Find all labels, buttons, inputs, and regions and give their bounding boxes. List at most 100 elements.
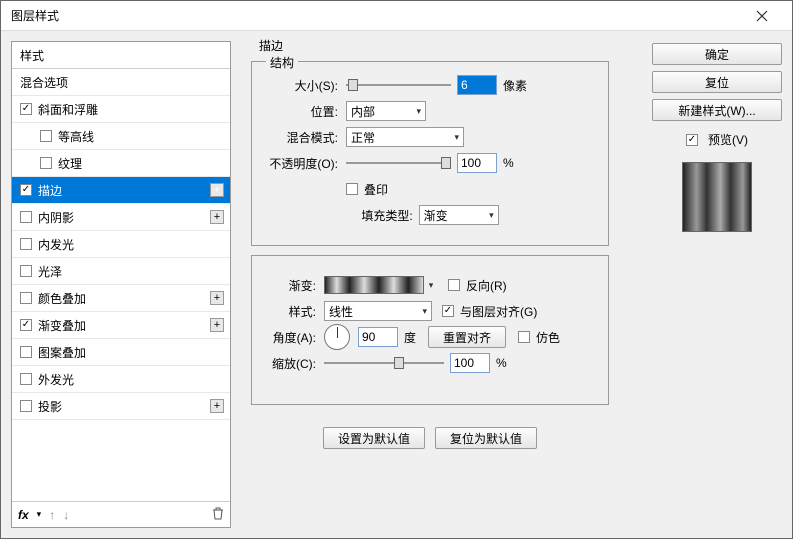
style-item-5[interactable]: 内阴影 +	[12, 204, 230, 231]
position-label: 位置:	[264, 103, 346, 120]
style-item-7[interactable]: 光泽	[12, 258, 230, 285]
style-item-label: 内发光	[38, 236, 74, 253]
add-effect-button[interactable]: +	[210, 399, 224, 413]
style-label: 样式:	[264, 303, 324, 320]
angle-input[interactable]	[358, 327, 398, 347]
structure-group: 结构 大小(S): 像素 位置: 内部 ▾	[251, 61, 609, 246]
content-area: 样式 混合选项斜面和浮雕等高线纹理描边+ 内阴影 + 内发光光泽颜色叠加 + 渐变叠加 + 图…	[1, 31, 792, 538]
structure-title: 结构	[266, 54, 298, 71]
style-item-label: 颜色叠加	[38, 290, 86, 307]
style-item-3[interactable]: 纹理	[12, 150, 230, 177]
dither-label: 仿色	[536, 329, 560, 346]
styles-sidebar: 样式 混合选项斜面和浮雕等高线纹理描边+ 内阴影 + 内发光光泽颜色叠加 + 渐变叠加 + 图…	[11, 41, 231, 528]
fx-dropdown-icon[interactable]: ▾	[37, 509, 42, 520]
style-item-label: 图案叠加	[38, 344, 86, 361]
style-checkbox[interactable]	[20, 238, 32, 250]
reset-button[interactable]: 复位	[652, 71, 782, 93]
style-item-4[interactable]: 描边+	[12, 177, 230, 204]
align-checkbox[interactable]	[442, 305, 454, 317]
chevron-down-icon[interactable]: ▾	[424, 280, 438, 291]
titlebar: 图层样式	[1, 1, 792, 31]
reset-default-button[interactable]: 复位为默认值	[435, 427, 537, 449]
dither-checkbox[interactable]	[518, 331, 530, 343]
style-list: 样式 混合选项斜面和浮雕等高线纹理描边+ 内阴影 + 内发光光泽颜色叠加 + 渐变叠加 + 图…	[12, 42, 230, 501]
style-checkbox[interactable]	[20, 373, 32, 385]
style-item-10[interactable]: 图案叠加	[12, 339, 230, 366]
add-effect-button[interactable]: +	[210, 210, 224, 224]
size-input[interactable]	[457, 75, 497, 95]
style-item-label: 渐变叠加	[38, 317, 86, 334]
arrow-down-icon[interactable]: ↓	[63, 508, 69, 522]
chevron-down-icon: ▾	[489, 210, 494, 221]
style-checkbox[interactable]	[40, 157, 52, 169]
gradient-style-select[interactable]: 线性 ▾	[324, 301, 432, 321]
fx-label[interactable]: fx	[18, 508, 29, 522]
style-checkbox[interactable]	[20, 184, 32, 196]
style-item-12[interactable]: 投影 +	[12, 393, 230, 420]
window-title: 图层样式	[11, 7, 742, 24]
style-item-8[interactable]: 颜色叠加 +	[12, 285, 230, 312]
overprint-label: 叠印	[364, 181, 388, 198]
style-checkbox[interactable]	[20, 319, 32, 331]
fill-group: 渐变: ▾ 反向(R) 样式: 线性 ▾	[251, 255, 609, 405]
style-checkbox[interactable]	[20, 292, 32, 304]
reset-align-button[interactable]: 重置对齐	[428, 326, 506, 348]
reverse-checkbox[interactable]	[448, 279, 460, 291]
chevron-down-icon: ▾	[416, 106, 421, 117]
ok-button[interactable]: 确定	[652, 43, 782, 65]
opacity-label: 不透明度(O):	[264, 155, 346, 172]
preview-thumbnail	[682, 162, 752, 232]
style-checkbox[interactable]	[20, 400, 32, 412]
style-checkbox[interactable]	[40, 130, 52, 142]
blend-select[interactable]: 正常 ▾	[346, 127, 464, 147]
fill-type-select[interactable]: 渐变 ▾	[419, 205, 499, 225]
gradient-label: 渐变:	[264, 277, 324, 294]
chevron-down-icon: ▾	[454, 132, 459, 143]
gradient-preview[interactable]	[324, 276, 424, 294]
add-effect-button[interactable]: +	[210, 291, 224, 305]
style-header[interactable]: 样式	[12, 42, 230, 69]
add-effect-button[interactable]: +	[210, 318, 224, 332]
align-label: 与图层对齐(G)	[460, 303, 537, 320]
set-default-button[interactable]: 设置为默认值	[323, 427, 425, 449]
style-item-label: 外发光	[38, 371, 74, 388]
opacity-slider[interactable]	[346, 155, 451, 171]
add-effect-button[interactable]: +	[210, 183, 224, 197]
style-checkbox[interactable]	[20, 211, 32, 223]
position-select[interactable]: 内部 ▾	[346, 101, 426, 121]
new-style-button[interactable]: 新建样式(W)...	[652, 99, 782, 121]
style-item-label: 斜面和浮雕	[38, 101, 98, 118]
angle-dial[interactable]	[324, 324, 350, 350]
style-item-2[interactable]: 等高线	[12, 123, 230, 150]
sidebar-footer: fx ▾ ↑ ↓	[12, 501, 230, 527]
style-item-11[interactable]: 外发光	[12, 366, 230, 393]
fill-type-label: 填充类型:	[361, 207, 412, 224]
trash-icon[interactable]	[212, 507, 224, 523]
reverse-label: 反向(R)	[466, 277, 507, 294]
size-label: 大小(S):	[264, 77, 346, 94]
style-item-0[interactable]: 混合选项	[12, 69, 230, 96]
layer-style-dialog: 图层样式 样式 混合选项斜面和浮雕等高线纹理描边+内阴影+内发光光泽颜色叠加+渐…	[0, 0, 793, 539]
style-item-1[interactable]: 斜面和浮雕	[12, 96, 230, 123]
action-panel: 确定 复位 新建样式(W)... 预览(V)	[652, 41, 782, 528]
scale-input[interactable]	[450, 353, 490, 373]
style-item-6[interactable]: 内发光	[12, 231, 230, 258]
angle-label: 角度(A):	[264, 329, 324, 346]
style-checkbox[interactable]	[20, 265, 32, 277]
style-item-label: 内阴影	[38, 209, 74, 226]
scale-label: 缩放(C):	[264, 355, 324, 372]
preview-checkbox[interactable]	[686, 134, 698, 146]
scale-slider[interactable]	[324, 355, 444, 371]
size-slider[interactable]	[346, 77, 451, 93]
style-checkbox[interactable]	[20, 103, 32, 115]
opacity-input[interactable]	[457, 153, 497, 173]
close-icon	[756, 10, 768, 22]
style-checkbox[interactable]	[20, 346, 32, 358]
style-item-label: 投影	[38, 398, 62, 415]
overprint-checkbox[interactable]	[346, 183, 358, 195]
size-unit: 像素	[503, 77, 527, 94]
style-item-9[interactable]: 渐变叠加 +	[12, 312, 230, 339]
arrow-up-icon[interactable]: ↑	[49, 508, 55, 522]
settings-panel: 描边 结构 大小(S): 像素 位置:	[241, 41, 642, 528]
close-button[interactable]	[742, 1, 782, 31]
